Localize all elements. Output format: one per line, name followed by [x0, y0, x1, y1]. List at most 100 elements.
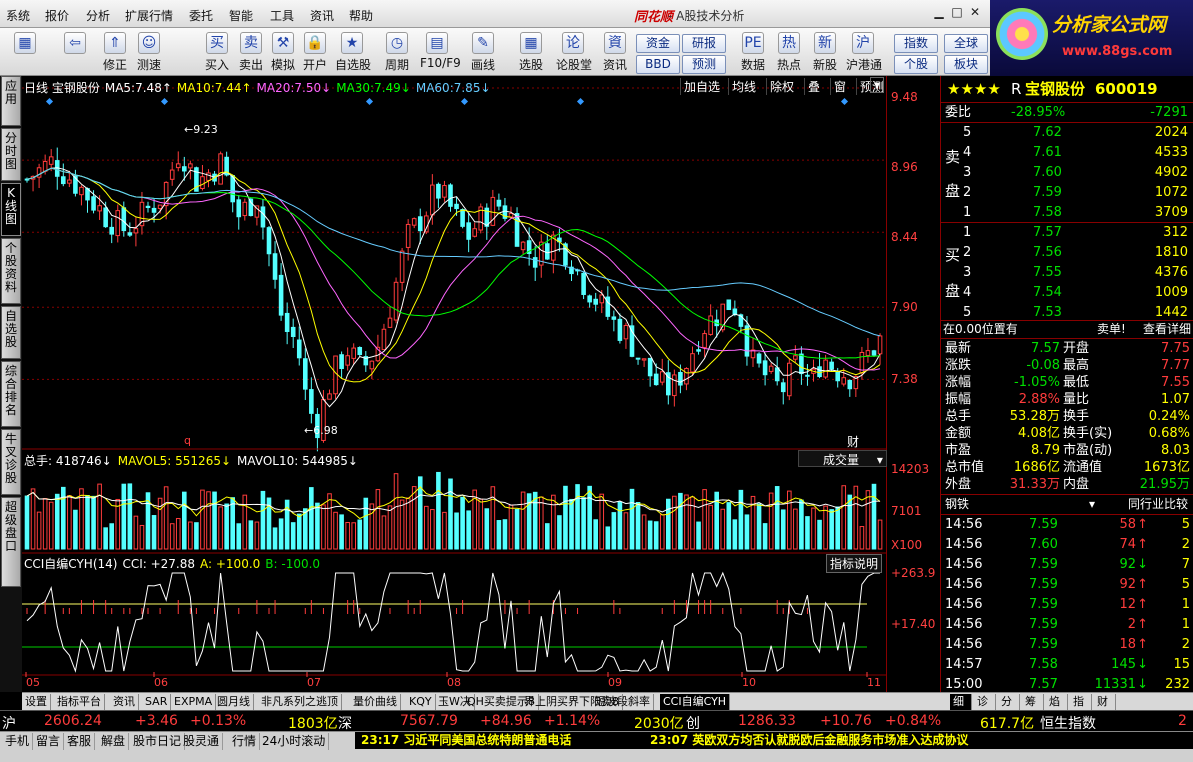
toolbar-label[interactable]: 开户 — [298, 56, 332, 73]
ticker-field[interactable]: 2 — [1178, 713, 1187, 729]
right-tab[interactable]: 细 — [950, 694, 972, 710]
arrow-up-icon[interactable]: ↑ — [1137, 536, 1148, 553]
cci-value[interactable]: CCI: +27.88 — [122, 557, 195, 571]
quote-label2[interactable]: 换手(实) — [1063, 425, 1112, 442]
right-tab[interactable]: 筹 — [1022, 694, 1044, 710]
menu-item[interactable]: 资讯 — [310, 7, 334, 24]
indicator-tab[interactable]: 设置 — [22, 694, 51, 710]
toolbar-button[interactable]: 论论股堂 — [556, 30, 592, 74]
tick-row[interactable]: 14:56 7.59 58 ↑ 5 — [941, 516, 1193, 533]
lock-icon-icon[interactable]: 🔒 — [304, 32, 326, 54]
news-text[interactable]: 习近平同美国总统特朗普通电话 — [403, 733, 571, 747]
ma-label[interactable]: MA20: — [257, 81, 295, 95]
toolbar-button[interactable]: ◷ 周期 — [380, 30, 414, 74]
toolbar-right-button[interactable]: 指数 — [894, 34, 938, 53]
news-time[interactable]: 23:17 — [361, 733, 399, 747]
toolbar-button[interactable]: 資资讯 — [598, 30, 632, 74]
right-tab[interactable]: 指 — [1070, 694, 1092, 710]
sell-level-row[interactable]: 3 7.60 4902 — [941, 164, 1193, 181]
price[interactable]: 7.53 — [1033, 304, 1062, 321]
indicator-tab[interactable]: 指标平台 — [54, 694, 105, 710]
chart-top-button[interactable]: 窗 — [830, 78, 849, 95]
ma-info-bar[interactable]: 日线 宝钢股份 MA5:7.48↑ MA10:7.44↑ MA20:7.50↓ MA30… — [24, 79, 491, 96]
toolbar-button[interactable]: ☺ 测速 — [132, 30, 166, 74]
quote-value2[interactable]: 21.95万 — [1140, 476, 1190, 493]
quote-row[interactable]: 最新 7.57 开盘 7.75 — [941, 340, 1193, 357]
tick-price[interactable]: 7.59 — [1029, 516, 1058, 533]
volume[interactable]: 4376 — [1155, 264, 1188, 281]
toolbar-button[interactable]: ★ 自选股 — [335, 30, 371, 74]
ma-arrow[interactable]: ↑ — [162, 81, 172, 95]
arrow-down-icon[interactable]: ↓ — [1137, 556, 1148, 573]
level[interactable]: 1 — [963, 204, 971, 221]
sell-level-row[interactable]: 2 7.59 1072 — [941, 184, 1193, 201]
ma-arrow[interactable]: ↓ — [480, 81, 490, 95]
divider[interactable] — [941, 222, 1193, 223]
toolbar-label[interactable]: 测速 — [132, 56, 166, 73]
toolbar-right-button[interactable]: 全球 — [944, 34, 988, 53]
industry-dropdown-icon[interactable]: ▾ — [1089, 496, 1095, 513]
quote-row[interactable]: 市盈 8.79 市盈(动) 8.03 — [941, 442, 1193, 459]
quote-label2[interactable]: 市盈(动) — [1063, 442, 1112, 459]
quote-label[interactable]: 涨幅 — [945, 374, 971, 391]
volume[interactable]: 4902 — [1155, 164, 1188, 181]
ma-value[interactable]: 7.44 — [215, 81, 242, 95]
ticker-field[interactable]: +84.96 — [480, 713, 532, 729]
ma-arrow[interactable]: ↓ — [401, 81, 411, 95]
tick-price[interactable]: 7.58 — [1029, 656, 1058, 673]
quote-value[interactable]: 2.88% — [1019, 391, 1060, 408]
quote-row[interactable]: 总手 53.28万 换手 0.24% — [941, 408, 1193, 425]
tick-price[interactable]: 7.59 — [1029, 636, 1058, 653]
tick-time[interactable]: 14:56 — [945, 536, 982, 553]
tick-count[interactable]: 15 — [1173, 656, 1190, 673]
cci-axis-label[interactable]: +17.40 — [891, 617, 935, 631]
arrow-up-icon[interactable]: ↑ — [1137, 516, 1148, 533]
toolbar-button[interactable]: ✎ 画线 — [466, 30, 500, 74]
ma-value[interactable]: 7.49 — [374, 81, 401, 95]
weibi-row[interactable]: 委比 -28.95% -7291 — [941, 104, 1193, 121]
volume[interactable]: 1442 — [1155, 304, 1188, 321]
cci-axis-label[interactable]: +263.9 — [891, 566, 935, 580]
chart-top-button[interactable]: 加自选 — [680, 78, 723, 95]
ticker-field[interactable]: +0.84% — [885, 713, 941, 729]
price-axis-label[interactable]: 9.48 — [891, 90, 918, 104]
quote-label[interactable]: 总手 — [945, 408, 971, 425]
level[interactable]: 1 — [963, 224, 971, 241]
quote-value2[interactable]: 0.24% — [1149, 408, 1190, 425]
status-button[interactable]: 股市日记 — [130, 733, 186, 750]
month-label[interactable]: 10 — [742, 676, 756, 689]
arrow[interactable]: ↓ — [102, 454, 112, 468]
toolbar-label[interactable]: 论股堂 — [556, 56, 592, 73]
status-button[interactable]: 股灵通 — [180, 733, 224, 750]
quote-label2[interactable]: 量比 — [1063, 391, 1089, 408]
right-tab[interactable]: 焰 — [1046, 694, 1068, 710]
toolbar-button[interactable]: ⇑ 修正 — [98, 30, 132, 74]
weibi-label[interactable]: 委比 — [945, 104, 971, 121]
ticker-field[interactable]: 深 — [338, 713, 352, 733]
stock-header[interactable]: ★★★★ R 宝钢股份 600019 — [941, 78, 1193, 100]
left-tab[interactable]: 牛叉诊股 — [1, 429, 21, 495]
tick-volume[interactable]: 58 — [1119, 516, 1136, 533]
volume-axis-label[interactable]: 7101 — [891, 504, 922, 518]
month-label[interactable]: 07 — [307, 676, 321, 689]
ma-label[interactable]: MA5: — [105, 81, 135, 95]
right-tab[interactable]: 财 — [1094, 694, 1116, 710]
hot-icon-icon[interactable]: 新 — [814, 32, 836, 54]
tick-row[interactable]: 14:56 7.59 12 ↑ 1 — [941, 596, 1193, 613]
quote-label[interactable]: 振幅 — [945, 391, 971, 408]
buy-icon-icon[interactable]: 买 — [206, 32, 228, 54]
quote-value[interactable]: 1686亿 — [1014, 459, 1060, 476]
quote-value2[interactable]: 7.77 — [1161, 357, 1190, 374]
speed-icon-icon[interactable]: ⇑ — [104, 32, 126, 54]
tick-volume[interactable]: 145 — [1111, 656, 1136, 673]
star-icon-icon[interactable]: ★ — [341, 32, 363, 54]
indicator-tab[interactable]: SAR — [142, 694, 172, 710]
news-text[interactable]: 英欧双方均否认就脱欧后金融服务市场准入达成协议 — [692, 733, 968, 747]
volume[interactable]: 3709 — [1155, 204, 1188, 221]
tick-price[interactable]: 7.59 — [1029, 616, 1058, 633]
toolbar-button[interactable]: 新新股 — [808, 30, 842, 74]
volume[interactable]: 1009 — [1155, 284, 1188, 301]
arrow-down-icon[interactable]: ↓ — [1137, 676, 1148, 693]
ma-label[interactable]: MA30: — [336, 81, 374, 95]
indicator-tab[interactable]: CCI自编CYH — [660, 694, 731, 710]
